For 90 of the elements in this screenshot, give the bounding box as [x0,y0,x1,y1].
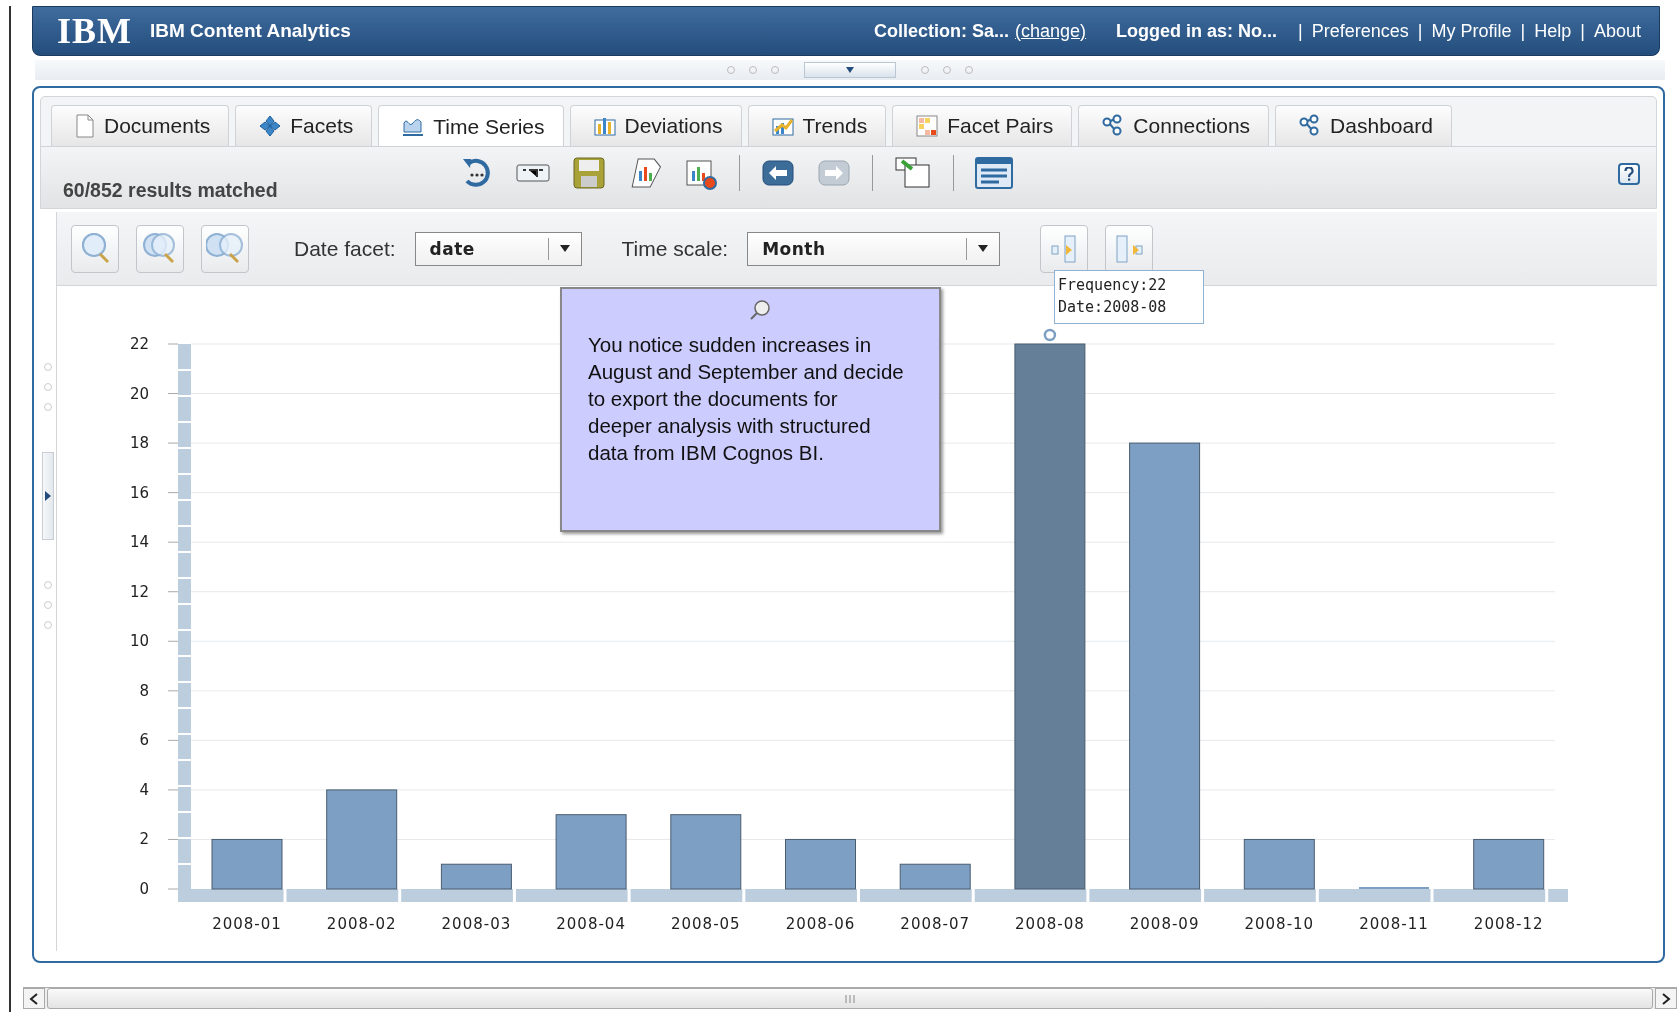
tab[interactable]: Deviations [569,105,742,146]
separator: | [1417,20,1423,42]
header-link[interactable]: Help [1534,20,1572,42]
scrollbar-thumb[interactable] [47,988,1653,1009]
logo: IBM [57,10,132,52]
bar[interactable] [1014,343,1086,890]
axis-tick-label: 2008-02 [326,915,397,933]
save-icon[interactable] [571,155,607,191]
grip-icon [43,580,53,630]
axis-tick-label: 2 [139,830,149,849]
axis-tick-label: 16 [129,483,149,502]
bar[interactable] [1473,838,1545,890]
tab[interactable]: Time Series [378,105,564,147]
tooltip: Frequency:22 Date:2008-08 [1054,270,1204,324]
collection-label: Collection: Sa... [874,20,1010,42]
axis-tick-label: 2008-01 [212,915,282,933]
grid-icon [915,114,940,138]
dropdown-arrow-icon [558,244,571,253]
bar[interactable] [440,863,512,890]
bar[interactable] [1243,838,1315,890]
hover-point-icon [1043,328,1057,342]
bar[interactable] [555,814,627,890]
diamond-cluster-icon [258,114,283,138]
axis-tick-label: 4 [139,780,149,799]
axis-tick-label: 10 [129,632,149,651]
axis-tick-label: 2008-08 [1015,915,1085,933]
document-icon [74,114,96,138]
dropdown-arrow-icon [977,244,990,253]
bar[interactable] [211,838,283,890]
bar[interactable] [670,814,742,890]
bar[interactable] [899,863,971,890]
axis-tick-label: 2008-11 [1359,915,1429,933]
separator: | [1580,20,1585,42]
list-view-icon[interactable] [974,155,1014,191]
grip-icon [920,65,974,75]
user-label: Logged in as: No... [1116,20,1278,42]
field-label: Date facet: [294,236,396,261]
separator: | [1520,20,1526,42]
axis-tick-label: 2008-04 [556,915,626,933]
axis-tick-label: 2008-12 [1473,915,1544,933]
tab[interactable]: Trends [747,105,887,146]
grip-icon [43,362,53,412]
down-arrow-icon [845,66,855,74]
axis-tick-label: 6 [139,731,149,750]
axis-tick-label: 2008-03 [441,915,512,933]
field-label: Time scale: [621,236,729,261]
axis-tick-label: 20 [129,384,149,403]
callout-text: You notice sudden increases in August and September and decide to export the documents for deeper analysis with structured data from IBM Cognos BI. [588,332,905,466]
header-link[interactable]: Preferences [1311,20,1409,42]
grip-icon [726,65,780,75]
results-count: 60/852 results matched [63,179,279,202]
axis-tick-label: 2008-07 [900,915,971,933]
scroll-right-icon[interactable] [1655,988,1677,1009]
tab[interactable]: Facets [235,105,373,146]
axis-tick-label: 14 [129,533,149,552]
bar[interactable] [1129,442,1201,890]
move-left-icon[interactable] [1040,224,1089,273]
date-facet-dropdown[interactable]: date [414,231,582,266]
side-panel-handle[interactable] [42,452,54,540]
tab[interactable]: Documents [51,105,230,146]
bar[interactable] [785,838,856,890]
zoom-reset-icon[interactable] [201,224,249,273]
axis-tick-label: 12 [129,582,149,601]
axis-tick-label: 18 [129,434,149,453]
time-scale-dropdown[interactable]: Month [747,231,1001,266]
move-right-icon[interactable] [1105,224,1154,273]
right-arrow-icon [45,491,51,501]
bar[interactable] [326,789,398,890]
tab[interactable]: Connections [1078,105,1270,146]
header-link[interactable]: About [1593,20,1641,42]
tab[interactable]: Dashboard [1275,105,1452,146]
separator: | [1298,20,1303,42]
tab[interactable]: Facet Pairs [892,105,1073,146]
axis-tick-label: 2008-05 [670,915,741,933]
header-link[interactable]: My Profile [1431,20,1512,42]
zoom-out-icon[interactable] [136,224,184,273]
scroll-left-icon[interactable] [23,988,45,1009]
axis-tick-label: 2008-09 [1129,915,1200,933]
change-link[interactable]: (change) [1015,20,1087,42]
app-title: IBM Content Analytics [150,20,351,42]
axis-tick-label: 2008-06 [785,915,856,933]
axis-tick-label: 0 [139,880,149,898]
axis-tick-label: 2008-10 [1244,915,1315,933]
window-export-icon[interactable] [893,155,933,191]
help-icon[interactable] [1618,163,1640,185]
collapse-handle[interactable] [804,62,896,78]
axis-tick-label: 8 [139,681,149,700]
zoom-in-icon[interactable] [71,224,119,273]
axis-tick-label: 22 [129,335,149,353]
grip-icon [844,994,856,1003]
